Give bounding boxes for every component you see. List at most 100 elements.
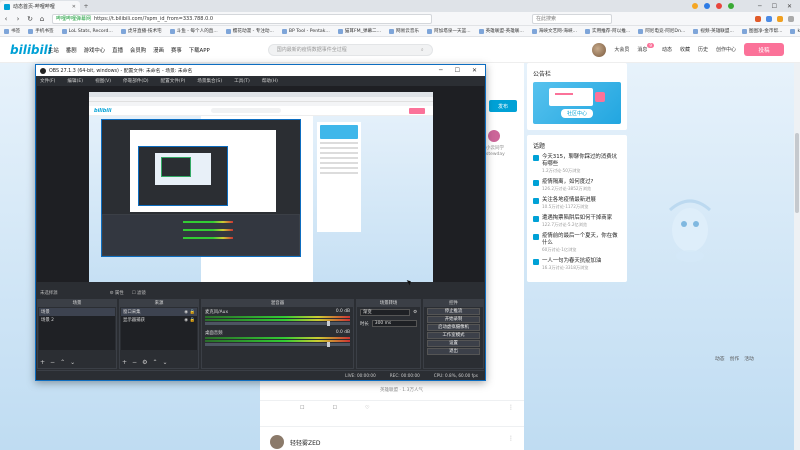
bilibili-search-input[interactable]: 国内最新的疫情数据事件全过程 ⌕ [267, 43, 433, 56]
visibility-eye-icon[interactable]: ◉ 🔒 [184, 310, 195, 315]
control-button[interactable]: 设置 [427, 340, 480, 347]
bookmark-item[interactable]: 视频-英雄联盟... [693, 28, 734, 34]
up-icon[interactable]: ⌃ [60, 359, 65, 366]
more-icon[interactable]: ⋮ [508, 435, 514, 442]
topic-item[interactable]: 遭遇掏票陷阱后如何干掉商家 122.7万讨论·5.2亿浏览 [533, 215, 621, 228]
extension-icon[interactable] [755, 15, 761, 22]
obs-menu-item[interactable]: 编辑(E) [67, 78, 83, 84]
remove-icon[interactable]: − [132, 359, 137, 366]
volume-slider[interactable] [205, 342, 350, 347]
source-item[interactable]: 窗口采集 ◉ 🔒 [121, 308, 197, 316]
add-icon[interactable]: + [122, 359, 127, 366]
reload-icon[interactable]: ↻ [24, 15, 36, 23]
bookmark-item[interactable]: LoL Stats, Record... [61, 28, 113, 34]
down-icon[interactable]: ⌄ [162, 359, 167, 366]
obs-window[interactable]: OBS 27.1.3 (64-bit, windows) - 配置文件: 未命名… [35, 64, 486, 381]
avatar[interactable] [592, 42, 607, 57]
upload-button[interactable]: 投稿 [744, 43, 784, 56]
nav-favorites[interactable]: 收藏 [680, 46, 690, 53]
minimize-icon[interactable]: ─ [758, 3, 762, 10]
new-tab-icon[interactable]: + [80, 3, 92, 10]
control-button[interactable]: 开始录制 [427, 316, 480, 323]
bilibili-logo[interactable]: bilibili [10, 43, 52, 57]
nav-item[interactable]: 主站 [48, 46, 59, 54]
control-button[interactable]: 退出 [427, 348, 480, 355]
feed-card-avatar[interactable] [270, 435, 284, 449]
filters-button[interactable]: ☐ 滤镜 [132, 290, 146, 296]
tray-icon[interactable] [703, 2, 710, 9]
bookmark-item[interactable]: 网易云音乐 [389, 28, 419, 34]
bookmark-item[interactable]: 猫耳FM_弹幕二... [337, 28, 381, 34]
obs-menu-item[interactable]: 文件(F) [40, 78, 55, 84]
search-icon[interactable]: ⌕ [421, 47, 424, 53]
obs-preview-canvas[interactable]: bilibili [89, 92, 433, 282]
bookmark-item[interactable]: knight [790, 28, 800, 34]
topic-title[interactable]: 疫情前的最后一个夏天，你在做什么 [542, 233, 621, 247]
obs-maximize-icon[interactable]: ☐ [455, 67, 460, 74]
remove-icon[interactable]: − [50, 359, 55, 366]
nav-dynamic[interactable]: 动态 [662, 46, 672, 53]
bookmark-item[interactable]: 实用推荐-阿以推... [584, 28, 630, 34]
topic-item[interactable]: 疫情前的最后一个夏天，你在做什么 60万讨论·1亿浏览 [533, 233, 621, 253]
nav-vip[interactable]: 大会员 [614, 46, 629, 53]
obs-menu-item[interactable]: 帮助(H) [262, 78, 278, 84]
control-button[interactable]: 工作室模式 [427, 332, 480, 339]
feed-user-avatar[interactable] [488, 130, 500, 142]
topic-item[interactable]: 关注各地疫情最新进展 10.5万讨论·1172万浏览 [533, 197, 621, 210]
add-icon[interactable]: + [40, 359, 45, 366]
bookmark-item[interactable]: 虎牙直播-技术宅 [120, 28, 162, 34]
topic-item[interactable]: 疫情隔离，如何度过? 126.2万讨论·3852万浏览 [533, 179, 621, 192]
nav-item[interactable]: 漫画 [153, 46, 164, 54]
gear-icon[interactable]: ⚙ [142, 359, 147, 366]
topic-title[interactable]: 今天315，聊聊你踩过的消费坑有哪些 [542, 154, 621, 168]
obs-menu-item[interactable]: 场景集合(S) [197, 78, 222, 84]
publish-button[interactable]: 发布 [489, 100, 517, 112]
nav-item[interactable]: 直播 [112, 46, 123, 54]
page-scrollbar[interactable] [794, 63, 800, 450]
topic-title[interactable]: 遭遇掏票陷阱后如何干掉商家 [542, 215, 612, 222]
nav-messages[interactable]: 消息9 [637, 43, 654, 53]
obs-menu-item[interactable]: 视图(V) [95, 78, 111, 84]
down-icon[interactable]: ⌄ [70, 359, 75, 366]
extension-icon[interactable] [766, 15, 772, 22]
share-icon[interactable]: ☐ [300, 405, 304, 411]
obs-menu-item[interactable]: 停靠部件(D) [123, 78, 149, 84]
bookmark-item[interactable]: 图图净-金币帮... [741, 28, 782, 34]
tray-icon[interactable] [727, 2, 734, 9]
community-banner[interactable]: 社区中心 [533, 82, 621, 124]
obs-minimize-icon[interactable]: ─ [439, 67, 443, 74]
menu-icon[interactable] [788, 15, 794, 22]
topic-title[interactable]: 关注各地疫情最新进展 [542, 197, 596, 204]
control-button[interactable]: 停止推流 [427, 308, 480, 315]
side-tool-dynamic[interactable]: 动态 [715, 355, 725, 362]
bookmark-item[interactable]: 手机书签 [28, 28, 54, 34]
forward-icon[interactable]: › [12, 15, 24, 23]
nav-creator[interactable]: 创作中心 [716, 46, 736, 53]
address-bar[interactable]: 哔哩哔哩弹幕网 https://t.bilibili.com/?spm_id_f… [52, 13, 432, 24]
bookmark-item[interactable]: 英雄联盟-英雄联... [478, 28, 524, 34]
control-button[interactable]: 启动虚拟摄像机 [427, 324, 480, 331]
obs-menu-item[interactable]: 配置文件(P) [161, 78, 186, 84]
scene-item[interactable]: 场景 [39, 308, 115, 316]
up-icon[interactable]: ⌃ [152, 359, 157, 366]
browser-tab-active[interactable]: 动态首页-哔哩哔哩 ✕ [0, 1, 80, 12]
like-icon[interactable]: ♡ [365, 405, 369, 411]
more-icon[interactable]: ⋮ [508, 404, 514, 411]
tray-icon[interactable] [691, 2, 698, 9]
bookmark-item[interactable]: 樱花动漫 - 专注动... [225, 28, 274, 34]
topic-item[interactable]: 一人一句为春天抗疫加油 16.3万讨论·3318万浏览 [533, 258, 621, 271]
scrollbar-thumb[interactable] [795, 133, 799, 213]
obs-close-icon[interactable]: ✕ [472, 67, 477, 74]
nav-item[interactable]: 会员购 [130, 46, 146, 54]
browser-search-input[interactable]: 在此搜索 [532, 13, 612, 24]
bookmark-item[interactable]: 斗鱼 - 每个人的直... [169, 28, 218, 34]
bookmark-item[interactable]: 阿加塔泉一天篮... [427, 28, 471, 34]
nav-item[interactable]: 赛事 [171, 46, 182, 54]
topic-item[interactable]: 今天315，聊聊你踩过的消费坑有哪些 1.2万讨论·50万浏览 [533, 154, 621, 174]
nav-item[interactable]: 下载APP [189, 46, 210, 54]
nav-item[interactable]: 番剧 [66, 46, 77, 54]
obs-menu-item[interactable]: 工具(T) [234, 78, 250, 84]
close-window-icon[interactable]: ✕ [787, 3, 792, 10]
tab-close-icon[interactable]: ✕ [72, 4, 76, 10]
obs-title-bar[interactable]: OBS 27.1.3 (64-bit, windows) - 配置文件: 未命名… [36, 65, 485, 76]
